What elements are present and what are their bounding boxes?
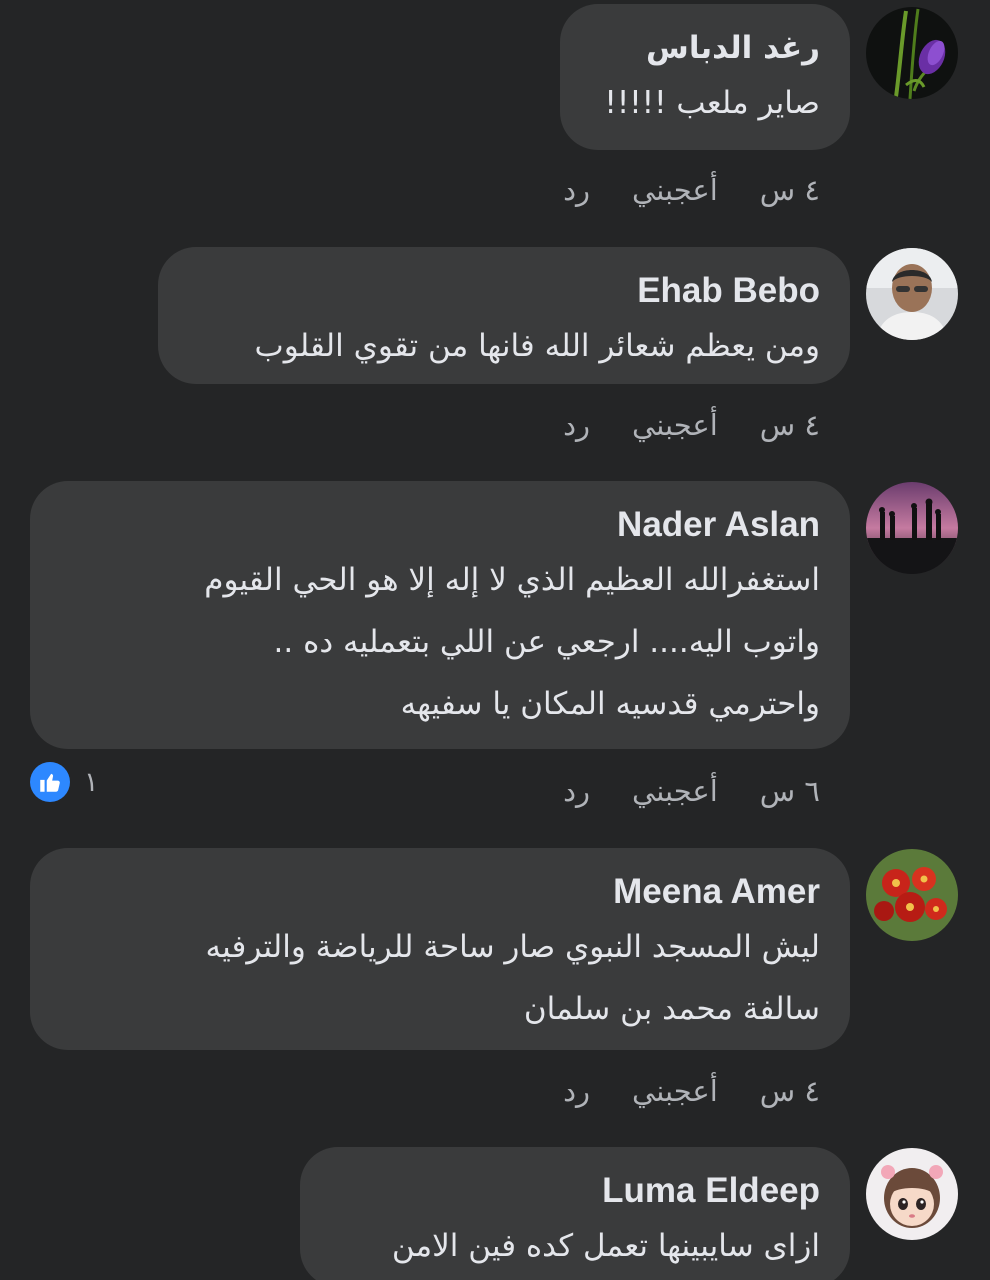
- comment-timestamp[interactable]: ٤ س: [760, 170, 820, 210]
- commenter-avatar[interactable]: [866, 849, 958, 941]
- purple-tulip-avatar-icon: [866, 7, 958, 99]
- comment-text: ليش المسجد النبوي صار ساحة للرياضة والتر…: [205, 929, 820, 1027]
- comment-text: استغفرالله العظيم الذي لا إله إلا هو الح…: [204, 562, 820, 722]
- comment-author-name[interactable]: Luma Eldeep: [328, 1167, 820, 1215]
- commenter-avatar[interactable]: [866, 7, 958, 99]
- comment-actions: ٦ س أعجبني رد: [563, 771, 820, 811]
- comment-author-name[interactable]: Ehab Bebo: [186, 267, 820, 315]
- like-button[interactable]: أعجبني: [632, 771, 718, 811]
- comment-timestamp[interactable]: ٤ س: [760, 405, 820, 445]
- comment-author-name[interactable]: رغد الدباس: [588, 24, 820, 72]
- commenter-avatar[interactable]: [866, 248, 958, 340]
- like-button[interactable]: أعجبني: [632, 170, 718, 210]
- like-button[interactable]: أعجبني: [632, 1071, 718, 1111]
- man-portrait-avatar-icon: [866, 248, 958, 340]
- comment-timestamp[interactable]: ٦ س: [760, 771, 820, 811]
- reply-button[interactable]: رد: [563, 1071, 590, 1111]
- comment-actions: ٤ س أعجبني رد: [563, 170, 820, 210]
- reaction-count: ١: [84, 766, 99, 798]
- reply-button[interactable]: رد: [563, 771, 590, 811]
- comment-author-name[interactable]: Nader Aslan: [58, 501, 820, 549]
- comment-text: ازاى سايبينها تعمل كده فين الامن: [391, 1228, 820, 1264]
- red-flowers-avatar-icon: [866, 849, 958, 941]
- reaction-summary[interactable]: ١: [30, 762, 99, 802]
- reply-button[interactable]: رد: [563, 405, 590, 445]
- comment-text: ومن يعظم شعائر الله فانها من تقوي القلوب: [254, 328, 820, 364]
- comment-actions: ٤ س أعجبني رد: [563, 1071, 820, 1111]
- silhouettes-sunset-avatar-icon: [866, 482, 958, 574]
- comment-bubble: Ehab Bebo ومن يعظم شعائر الله فانها من ت…: [158, 247, 850, 384]
- comment-bubble: Luma Eldeep ازاى سايبينها تعمل كده فين ا…: [300, 1147, 850, 1280]
- commenter-avatar[interactable]: [866, 482, 958, 574]
- comment-actions: ٤ س أعجبني رد: [563, 405, 820, 445]
- comment-text: صاير ملعب !!!!!: [604, 85, 820, 121]
- like-button[interactable]: أعجبني: [632, 405, 718, 445]
- thumbs-up-icon: [30, 762, 70, 802]
- cartoon-girl-avatar-icon: [866, 1148, 958, 1240]
- commenter-avatar[interactable]: [866, 1148, 958, 1240]
- comment-timestamp[interactable]: ٤ س: [760, 1071, 820, 1111]
- reply-button[interactable]: رد: [563, 170, 590, 210]
- comment-author-name[interactable]: Meena Amer: [58, 868, 820, 916]
- comment-bubble: Meena Amer ليش المسجد النبوي صار ساحة لل…: [30, 848, 850, 1050]
- comment-bubble: Nader Aslan استغفرالله العظيم الذي لا إل…: [30, 481, 850, 749]
- comment-bubble: رغد الدباس صاير ملعب !!!!!: [560, 4, 850, 150]
